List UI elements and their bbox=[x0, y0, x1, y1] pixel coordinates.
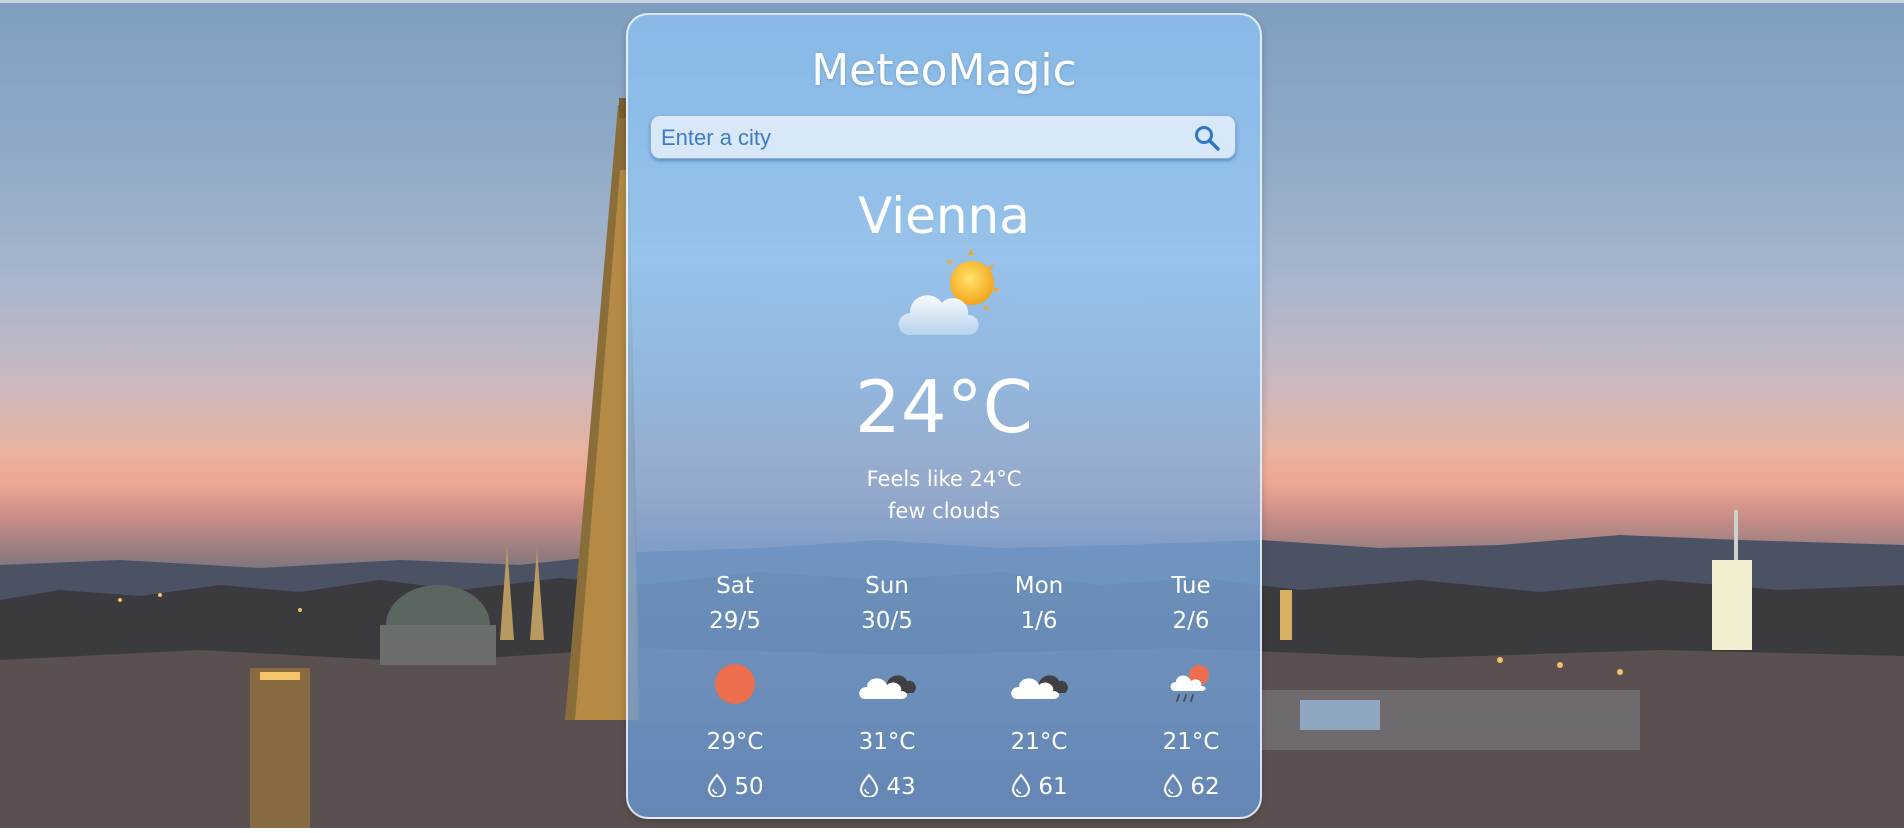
sun-icon bbox=[715, 664, 755, 704]
weather-card: MeteoMagic Vienna 24°C bbox=[626, 13, 1262, 819]
forecast-humidity-value: 50 bbox=[734, 774, 764, 800]
humidity-drop-icon bbox=[1012, 773, 1031, 797]
forecast-humidity-value: 61 bbox=[1038, 774, 1068, 800]
forecast-day-name: Sun bbox=[865, 573, 909, 599]
sun-behind-cloud-icon bbox=[898, 249, 1000, 335]
cloudy-icon bbox=[859, 675, 916, 699]
humidity-drop-icon bbox=[860, 773, 879, 797]
humidity-drop-icon bbox=[708, 773, 727, 797]
search-input[interactable] bbox=[659, 116, 1183, 160]
app-title: MeteoMagic bbox=[811, 45, 1077, 96]
forecast-day-name: Tue bbox=[1171, 573, 1211, 599]
forecast-day-date: 29/5 bbox=[709, 608, 761, 634]
forecast-humidity: 50 bbox=[680, 773, 790, 800]
forecast-day-date: 1/6 bbox=[1020, 608, 1058, 634]
cloudy-icon bbox=[1011, 675, 1068, 699]
forecast-day-date: 2/6 bbox=[1172, 608, 1210, 634]
forecast-humidity: 62 bbox=[1136, 773, 1246, 800]
forecast-day-name: Mon bbox=[1014, 573, 1064, 599]
forecast-humidity-value: 43 bbox=[886, 774, 916, 800]
city-name: Vienna bbox=[858, 187, 1030, 245]
forecast-humidity: 61 bbox=[984, 773, 1094, 800]
forecast-temp: 29°C bbox=[706, 729, 764, 755]
feels-like: Feels like 24°C bbox=[866, 467, 1022, 491]
forecast-temp: 21°C bbox=[1010, 729, 1068, 755]
forecast-temp: 21°C bbox=[1162, 729, 1220, 755]
forecast-humidity: 43 bbox=[832, 773, 942, 800]
bottom-strip bbox=[0, 828, 1904, 833]
search-box[interactable] bbox=[650, 115, 1236, 160]
rain-sun-cloud-icon bbox=[1170, 665, 1209, 702]
forecast-day-name: Sat bbox=[716, 573, 754, 599]
forecast-row: Sat 29/5 29°C 50 Sun 30/5 31°C 43 Mon 1/… bbox=[650, 573, 1262, 813]
humidity-drop-icon bbox=[1164, 773, 1183, 797]
search-icon[interactable] bbox=[1193, 124, 1221, 152]
forecast-humidity-value: 62 bbox=[1190, 774, 1220, 800]
forecast-day-date: 30/5 bbox=[861, 608, 913, 634]
forecast-temp: 31°C bbox=[858, 729, 916, 755]
weather-description: few clouds bbox=[888, 499, 1000, 523]
current-temperature: 24°C bbox=[855, 365, 1033, 449]
